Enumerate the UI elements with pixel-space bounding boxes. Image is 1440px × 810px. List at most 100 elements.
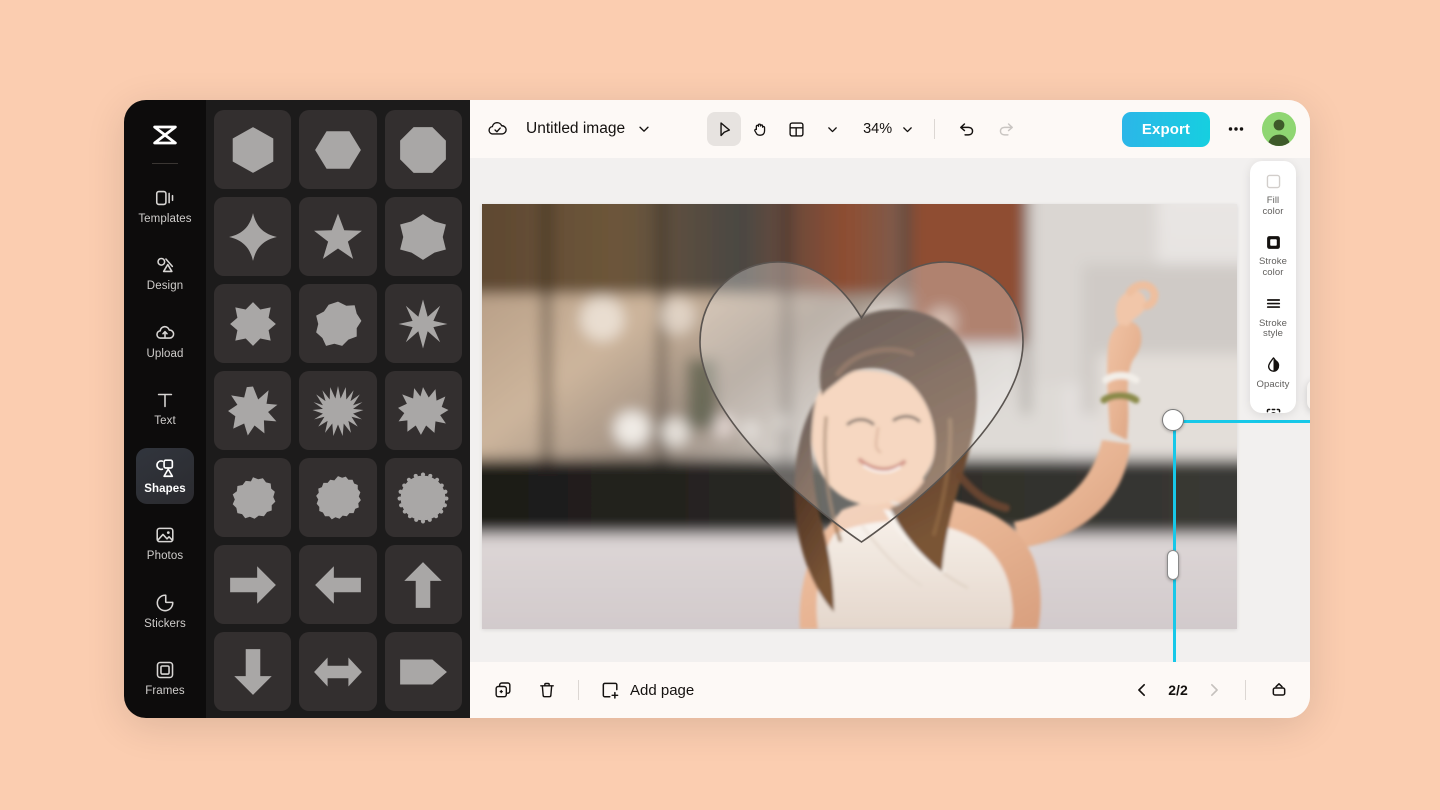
shape-item-arrow-down[interactable]	[214, 632, 291, 711]
prop-label: Strokestyle	[1259, 319, 1287, 340]
stroke-style-lines-icon	[1263, 294, 1283, 314]
cursor-select-icon[interactable]	[707, 112, 741, 146]
shapes-library-panel	[206, 100, 470, 718]
design-icon	[154, 254, 176, 276]
shape-item-seal-24[interactable]	[299, 458, 376, 537]
canvas-photo	[482, 204, 1237, 629]
sidebar-item-frames[interactable]: Frames	[136, 650, 194, 707]
prop-stroke-style[interactable]: Strokestyle	[1250, 294, 1296, 340]
sidebar-item-shapes[interactable]: Shapes	[136, 448, 194, 505]
prop-label: Opacity	[1257, 380, 1290, 391]
shape-item-ten-point-burst[interactable]	[214, 371, 291, 450]
page-indicator: 2/2	[1161, 682, 1195, 698]
prop-label: Fillcolor	[1262, 196, 1283, 217]
templates-icon	[154, 187, 176, 209]
sidebar-item-design[interactable]: Design	[136, 245, 194, 302]
sidebar-item-templates[interactable]: Templates	[136, 178, 194, 235]
chevron-left-icon[interactable]	[1129, 677, 1155, 703]
shape-item-eight-point-sharp-star[interactable]	[385, 284, 462, 363]
shape-item-six-point-soft-star[interactable]	[385, 197, 462, 276]
shape-item-arrow-left[interactable]	[299, 545, 376, 624]
chevron-down-icon[interactable]	[637, 122, 651, 136]
bottom-divider	[578, 680, 579, 700]
shape-item-hexagon-vertical[interactable]	[214, 110, 291, 189]
chevron-right-icon[interactable]	[1201, 677, 1227, 703]
shape-item-octagon[interactable]	[385, 110, 462, 189]
prop-fill-color[interactable]: Fillcolor	[1250, 171, 1296, 217]
stroke-color-square-icon	[1263, 232, 1283, 252]
cloud-saved-icon[interactable]	[486, 116, 512, 142]
top-toolbar: Untitled image 34%	[470, 100, 1310, 158]
arrange-icon	[1263, 405, 1283, 413]
document-title[interactable]: Untitled image	[526, 120, 625, 138]
shape-item-banner-arrow[interactable]	[385, 632, 462, 711]
shape-item-twelve-point-burst[interactable]	[385, 371, 462, 450]
sidebar-item-text[interactable]: Text	[136, 380, 194, 437]
sidebar-item-stickers[interactable]: Stickers	[136, 583, 194, 640]
sidebar-item-label: Upload	[146, 349, 183, 361]
zoom-dropdown-caret[interactable]	[894, 116, 920, 142]
sidebar-item-label: Frames	[145, 686, 185, 698]
shape-item-ten-point-soft-star[interactable]	[299, 284, 376, 363]
shape-context-toolbar	[1307, 379, 1310, 411]
pages-panel-toggle-icon[interactable]	[1264, 675, 1294, 705]
layout-grid-icon[interactable]	[779, 112, 813, 146]
text-icon	[154, 389, 176, 411]
sidebar-item-label: Stickers	[144, 619, 186, 631]
app-window: Templates Design Upload Text Shapes	[124, 100, 1310, 718]
shape-item-seal-40[interactable]	[385, 458, 462, 537]
shape-item-arrow-up[interactable]	[385, 545, 462, 624]
canvas-artboard[interactable]	[482, 204, 1237, 629]
editor-area: Untitled image 34%	[470, 100, 1310, 718]
zoom-level-value[interactable]: 34%	[863, 121, 892, 137]
shape-item-eight-point-star[interactable]	[214, 284, 291, 363]
undo-redo-group	[949, 112, 1023, 146]
toolbar-divider	[934, 119, 935, 139]
shape-item-five-point-star[interactable]	[299, 197, 376, 276]
export-button[interactable]: Export	[1122, 112, 1210, 147]
sidebar-item-label: Photos	[147, 551, 183, 563]
bottom-toolbar: Add page 2/2	[470, 662, 1310, 718]
sidebar-item-label: Text	[154, 416, 176, 428]
capcut-logo[interactable]	[146, 116, 184, 153]
shape-properties-dock: Fillcolor Strokecolor Strokestyle	[1250, 161, 1296, 413]
sidebar-item-label: Design	[147, 281, 183, 293]
hand-pan-icon[interactable]	[743, 112, 777, 146]
add-page-icon	[599, 679, 621, 701]
prop-label: Strokecolor	[1259, 257, 1287, 278]
layout-dropdown-caret[interactable]	[815, 112, 849, 146]
opacity-droplet-icon	[1263, 355, 1283, 375]
sticker-icon	[154, 592, 176, 614]
redo-arrow-icon[interactable]	[989, 112, 1023, 146]
duplicate-page-icon[interactable]	[488, 675, 518, 705]
sidebar-item-upload[interactable]: Upload	[136, 313, 194, 370]
rail-divider	[152, 163, 178, 164]
fill-color-swatch-icon	[1263, 171, 1283, 191]
page-navigation: 2/2	[1129, 675, 1294, 705]
user-avatar[interactable]	[1262, 112, 1296, 146]
sidebar-item-photos[interactable]: Photos	[136, 515, 194, 572]
shape-item-arrow-right[interactable]	[214, 545, 291, 624]
zoom-control: 34%	[863, 116, 920, 142]
upload-cloud-icon	[154, 322, 176, 344]
shape-item-hexagon-horizontal[interactable]	[299, 110, 376, 189]
prop-arrange[interactable]: Arrange	[1250, 405, 1296, 413]
canvas-stage[interactable]: Fillcolor Strokecolor Strokestyle	[470, 158, 1310, 662]
shape-item-arrow-left-right[interactable]	[299, 632, 376, 711]
prop-stroke-color[interactable]: Strokecolor	[1250, 232, 1296, 278]
top-bar-right-group: Export	[1122, 112, 1296, 147]
shape-item-seal-16[interactable]	[214, 458, 291, 537]
shapes-grid	[214, 110, 462, 711]
prop-opacity[interactable]: Opacity	[1250, 355, 1296, 391]
add-page-button[interactable]: Add page	[599, 679, 694, 701]
sidebar-item-label: Shapes	[144, 484, 186, 496]
left-nav-rail: Templates Design Upload Text Shapes	[124, 100, 206, 718]
add-page-label: Add page	[630, 682, 694, 699]
shape-item-four-point-star[interactable]	[214, 197, 291, 276]
photos-icon	[154, 524, 176, 546]
shape-item-sixteen-point-burst[interactable]	[299, 371, 376, 450]
more-horizontal-icon[interactable]	[1222, 115, 1250, 143]
trash-delete-icon[interactable]	[532, 675, 562, 705]
undo-arrow-icon[interactable]	[949, 112, 983, 146]
shapes-icon	[154, 457, 176, 479]
